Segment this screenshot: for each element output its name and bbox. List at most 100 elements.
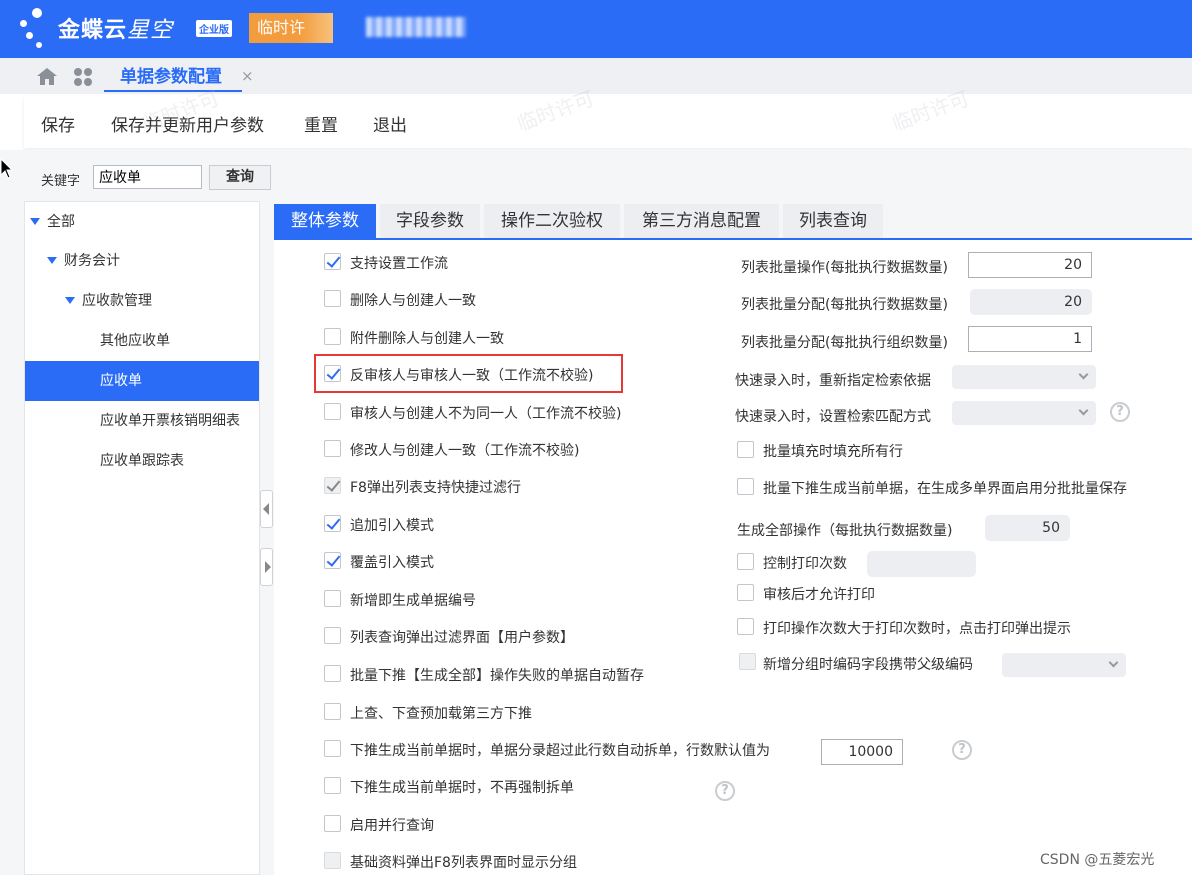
option-label: 覆盖引入模式 [350, 555, 434, 571]
option-label: 附件删除人与创建人一致 [350, 331, 504, 347]
reset-button[interactable]: 重置 [304, 111, 338, 136]
chevron-down-icon [1108, 657, 1119, 668]
checkbox-unaudit-auditor-same[interactable] [324, 365, 341, 382]
checkbox-append-import[interactable] [324, 515, 341, 532]
tab-second-verification[interactable]: 操作二次验权 [484, 204, 620, 238]
chevron-down-icon [1078, 405, 1089, 416]
checkbox-control-print-count[interactable] [737, 553, 754, 570]
group-code-select[interactable] [1002, 653, 1126, 677]
save-and-update-user-params-button[interactable]: 保存并更新用户参数 [111, 111, 264, 136]
option-label: 新增即生成单据编号 [350, 593, 476, 609]
expand-right-handle[interactable] [260, 548, 273, 586]
tab-list-query[interactable]: 列表查询 [783, 204, 883, 238]
checkbox-group-code-parent[interactable] [739, 653, 756, 670]
checkbox-f8-quick-filter[interactable] [324, 477, 341, 494]
quick-entry-match-select[interactable] [952, 401, 1096, 425]
mouse-cursor-icon [0, 158, 14, 179]
tree-node-invoice-writeoff-detail[interactable]: 应收单开票核销明细表 [100, 401, 240, 441]
option-label: 下推生成当前单据时，单据分录超过此行数自动拆单，行数默认值为 [350, 743, 770, 759]
checkbox-attachment-delete-creator-same[interactable] [324, 328, 341, 345]
option-label: 审核人与创建人不为同一人（工作流不校验) [350, 406, 622, 422]
save-button[interactable]: 保存 [41, 111, 75, 136]
exit-button[interactable]: 退出 [373, 111, 407, 136]
option-label: 审核后才允许打印 [763, 587, 875, 603]
kingdee-logo-icon [18, 8, 54, 52]
checkbox-modifier-creator-same[interactable] [324, 440, 341, 457]
brand-name: 金蝶云星空 [58, 18, 174, 43]
tree-node-other-receivable[interactable]: 其他应收单 [100, 321, 170, 361]
license-badge[interactable]: 临时许 [249, 13, 333, 43]
generate-all-label: 生成全部操作（每批执行数据数量) [737, 523, 953, 539]
keyword-label: 关键字 [41, 174, 81, 189]
option-label: 下推生成当前单据时，不再强制拆单 [350, 780, 574, 796]
option-label: F8弹出列表支持快捷过滤行 [350, 480, 521, 496]
quick-entry-reassign-label: 快速录入时，重新指定检索依据 [735, 373, 931, 389]
checkbox-batch-push-autosave[interactable] [324, 665, 341, 682]
credit-watermark: CSDN @五菱宏光 [1040, 852, 1155, 868]
caret-down-icon[interactable] [47, 256, 57, 264]
option-label: 反审核人与审核人一致（工作流不校验) [350, 368, 594, 384]
option-label: 修改人与创建人一致（工作流不校验) [350, 443, 580, 459]
generate-all-input: 50 [985, 515, 1070, 541]
option-label: 新增分组时编码字段携带父级编码 [763, 657, 973, 673]
checkbox-print-after-audit[interactable] [737, 584, 754, 601]
checkbox-batch-push-save[interactable] [737, 478, 754, 495]
checkbox-auditor-not-creator[interactable] [324, 403, 341, 420]
checkbox-parallel-query[interactable] [324, 815, 341, 832]
help-icon[interactable]: ? [715, 781, 735, 801]
option-label: 批量下推【生成全部】操作失败的单据自动暂存 [350, 668, 644, 684]
option-label: 基础资料弹出F8列表界面时显示分组 [350, 855, 577, 871]
option-label: 启用并行查询 [350, 818, 434, 834]
checkbox-batch-fill-all[interactable] [737, 441, 754, 458]
option-label: 删除人与创建人一致 [350, 293, 476, 309]
apps-grid-icon[interactable] [72, 67, 94, 87]
checkbox-overwrite-import[interactable] [324, 552, 341, 569]
home-icon[interactable] [36, 66, 58, 86]
caret-down-icon[interactable] [30, 217, 40, 225]
checkbox-no-forced-split[interactable] [324, 777, 341, 794]
tab-document-param-config[interactable]: 单据参数配置 [104, 58, 242, 92]
keyword-input[interactable] [93, 165, 202, 189]
collapse-left-handle[interactable] [260, 490, 273, 528]
search-button[interactable]: 查询 [209, 165, 271, 190]
quick-entry-reassign-select[interactable] [952, 365, 1096, 389]
quick-entry-match-label: 快速录入时，设置检索匹配方式 [735, 409, 931, 425]
tab-field-params[interactable]: 字段参数 [380, 204, 480, 238]
batch-assign-label: 列表批量分配(每批执行数据数量) [741, 297, 948, 313]
print-count-input [867, 551, 976, 577]
close-icon[interactable]: × [241, 67, 254, 85]
edition-badge: 企业版 [196, 20, 232, 37]
checkbox-list-query-filter-popup[interactable] [324, 627, 341, 644]
checkbox-print-prompt[interactable] [737, 618, 754, 635]
option-label: 追加引入模式 [350, 518, 434, 534]
option-label: 批量填充时填充所有行 [763, 444, 903, 460]
tab-third-party-message[interactable]: 第三方消息配置 [624, 204, 779, 238]
split-row-count-input[interactable]: 10000 [821, 739, 903, 765]
option-label: 批量下推生成当前单据，在生成多单界面启用分批批量保存 [763, 481, 1127, 497]
tree-node-receivables[interactable]: 应收款管理 [65, 281, 152, 321]
option-label: 打印操作次数大于打印次数时，点击打印弹出提示 [763, 621, 1071, 637]
tree-node-finance[interactable]: 财务会计 [47, 241, 120, 281]
checkbox-auto-split-bill[interactable] [324, 740, 341, 757]
checkbox-support-workflow[interactable] [324, 253, 341, 270]
checkbox-f8-show-group[interactable] [324, 852, 341, 869]
option-label: 支持设置工作流 [350, 256, 448, 272]
tree-node-all[interactable]: 全部 [30, 202, 75, 242]
checkbox-delete-creator-same[interactable] [324, 290, 341, 307]
option-label: 列表查询弹出过滤界面【用户参数】 [350, 630, 574, 646]
batch-assign-org-label: 列表批量分配(每批执行组织数量) [741, 335, 948, 351]
top-bar [0, 0, 1192, 58]
help-icon[interactable]: ? [1110, 402, 1130, 422]
tab-overall-params[interactable]: 整体参数 [274, 204, 376, 238]
batch-assign-org-input[interactable]: 1 [968, 326, 1092, 352]
batch-op-label: 列表批量操作(每批执行数据数量) [741, 260, 948, 276]
user-name-blurred[interactable] [366, 17, 466, 37]
caret-down-icon[interactable] [65, 296, 75, 304]
checkbox-preload-third-party-push[interactable] [324, 703, 341, 720]
checkbox-generate-number-on-new[interactable] [324, 590, 341, 607]
batch-op-input[interactable]: 20 [968, 252, 1092, 278]
option-label: 上查、下查预加载第三方下推 [350, 706, 532, 722]
tree-node-receivable-bill[interactable]: 应收单 [25, 361, 259, 401]
tree-node-receivable-tracking[interactable]: 应收单跟踪表 [100, 441, 184, 481]
help-icon[interactable]: ? [952, 740, 972, 760]
